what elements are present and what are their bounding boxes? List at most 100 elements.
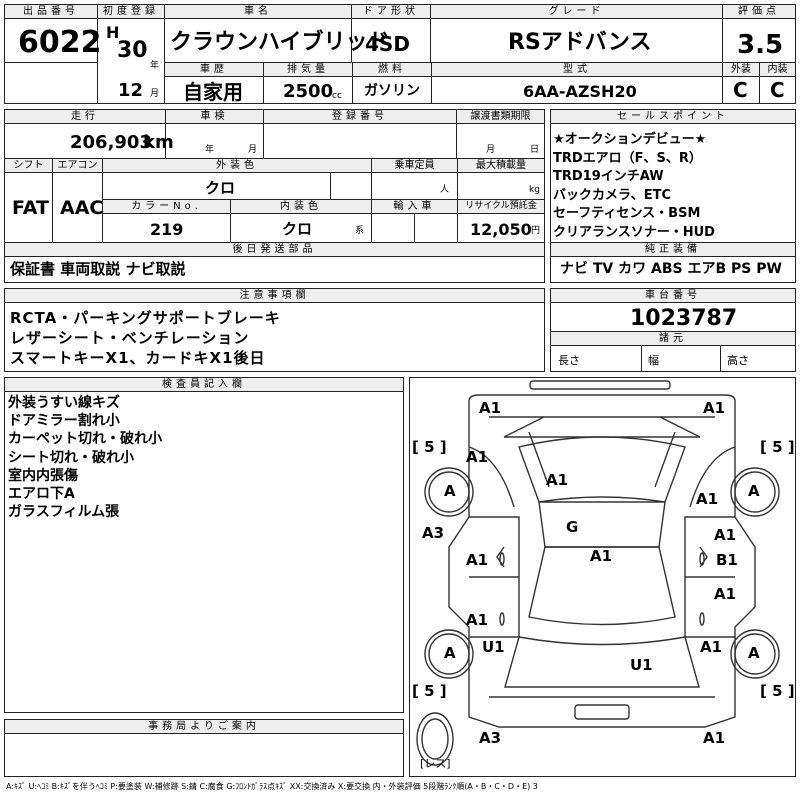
inspector-line: エアロ下A — [8, 486, 75, 503]
caution-list: RCTA・パーキングサポートブレーキ レザーシート・ベンチレーション スマートキーX… — [10, 308, 540, 368]
int-color-unit: 系 — [355, 226, 365, 236]
inspector-list: 外装うすい線キズ ドアミラー割れ小 カーペット切れ・破れ小 シート切れ・破れ小 室内内張… — [8, 394, 398, 521]
mark-right-rear-door: A1 — [714, 585, 737, 603]
interior-label: 内装 — [760, 63, 795, 77]
chassis-label: 車台番号 — [551, 289, 795, 303]
int-color-label: 内装色 — [231, 200, 371, 214]
lot-no: 6022 — [18, 25, 102, 60]
tire-depth-fl: [ 5 ] — [412, 438, 447, 456]
first-reg-label: 初度登録 — [98, 5, 164, 19]
mark-left-front-door: A1 — [466, 551, 489, 569]
inspector-line: ガラスフィルム張 — [8, 504, 120, 521]
sales-item: TRDエアロ（F、S、R） — [553, 150, 702, 166]
displacement: 2500 — [283, 81, 334, 102]
sales-item: クリアランスソナー・HUD — [553, 224, 715, 240]
hood — [503, 416, 701, 438]
spare-label: [レス] — [420, 757, 451, 770]
color-no: 219 — [150, 220, 184, 239]
equipment-label: 純正装備 — [551, 243, 795, 257]
year-unit: 年 — [150, 61, 160, 71]
windshield — [518, 436, 686, 503]
transfer-day-unit: 日 — [530, 145, 540, 155]
mark-front-left-corner: A1 — [479, 399, 502, 417]
mark-roof: A1 — [590, 547, 613, 565]
car-name: クラウンハイブリッド — [170, 30, 390, 55]
door: 4SD — [365, 32, 410, 56]
sales-item: セーフティセンス・BSM — [553, 206, 701, 221]
inspector-line: 室内内張傷 — [8, 467, 78, 484]
capacity-label: 乗車定員 — [372, 159, 457, 173]
interior: C — [770, 78, 785, 102]
mileage: 206,903 — [70, 132, 152, 153]
mark-left-rear-wheel: A — [444, 644, 456, 662]
exterior: C — [733, 78, 748, 102]
mark-left-front-door-side: A3 — [422, 524, 445, 542]
year: 30 — [117, 38, 148, 63]
sales-list: ★オークションデビュー★ TRDエアロ（F、S、R） TRD19インチAW バックカメ… — [553, 131, 795, 242]
import-label: 輸入車 — [372, 200, 457, 214]
max-load-unit: kg — [529, 185, 540, 195]
mark-right-rear-wheel: A — [748, 644, 760, 662]
sales-item: バックカメラ、ETC — [553, 187, 672, 203]
tire-depth-fr: [ 5 ] — [760, 438, 795, 456]
mark-windshield: A1 — [546, 471, 569, 489]
sales-item: TRD19インチAW — [553, 169, 664, 184]
front-bumper — [468, 394, 736, 417]
mark-right-front-door-1: A1 — [714, 526, 737, 544]
ac-label: エアコン — [53, 159, 102, 173]
caution-line: レザーシート・ベンチレーション — [10, 329, 250, 347]
caution-line: スマートキーX1、カードキX1後日 — [10, 349, 266, 367]
recycle-unit: 円 — [531, 226, 541, 236]
score: 3.5 — [737, 30, 784, 60]
mark-left-front-wheel: A — [444, 482, 456, 500]
fuel-label: 燃料 — [353, 63, 431, 77]
mark-left-rear-fender: U1 — [482, 638, 505, 656]
caution-line: RCTA・パーキングサポートブレーキ — [10, 309, 281, 327]
score-label: 評価点 — [723, 5, 795, 19]
spec-label: 諸元 — [551, 332, 795, 346]
mark-right-front-wheel: A — [748, 482, 760, 500]
month: 12 — [118, 80, 144, 101]
chassis-value: 1023787 — [630, 306, 738, 331]
sales-label: セールスポイント — [551, 110, 795, 124]
mark-left-rear-door: A1 — [466, 611, 489, 629]
mileage-unit: km — [143, 132, 174, 153]
trunk — [504, 636, 700, 688]
ac: AAC — [60, 197, 104, 219]
ext-color-label: 外装色 — [103, 159, 371, 173]
transfer-month-unit: 月 — [486, 145, 496, 155]
sales-item: ★オークションデビュー★ — [553, 132, 707, 147]
door-label: ドア形状 — [352, 5, 430, 19]
roof — [538, 501, 666, 548]
mark-hood-left: A1 — [466, 448, 489, 466]
mark-right-rear-fender: A1 — [700, 638, 723, 656]
shift-label: シフト — [5, 159, 52, 173]
office-label: 事務局よりご案内 — [5, 720, 403, 734]
model: 6AA-AZSH20 — [523, 82, 637, 101]
recycle-label: リサイクル預託金 — [458, 200, 544, 214]
mark-trunk: U1 — [630, 656, 653, 674]
model-label: 型式 — [432, 63, 722, 77]
ext-color: クロ — [205, 179, 236, 197]
int-color: クロ — [282, 220, 313, 238]
mark-front-right-fender: A1 — [696, 490, 719, 508]
inspector-line: カーペット切れ・破れ小 — [8, 431, 162, 448]
tire-depth-rr: [ 5 ] — [760, 682, 795, 700]
lot-no-label: 出品番号 — [5, 5, 97, 19]
history-label: 車歴 — [165, 63, 263, 77]
transfer-label: 譲渡書類期限 — [457, 110, 544, 124]
tire-depth-rl: [ 5 ] — [412, 682, 447, 700]
top-bumper — [529, 380, 671, 390]
equipment: ナビ TV カワ ABS エアB PS PW — [560, 261, 782, 277]
mark-roof-glass: G — [566, 518, 579, 536]
mark-rear-right-corner: A1 — [703, 729, 726, 747]
later: 保証書 車両取説 ナビ取説 — [10, 260, 186, 278]
mark-right-front-door-2: B1 — [716, 551, 738, 569]
capacity-unit: 人 — [440, 185, 450, 195]
car-diagram — [416, 380, 780, 766]
body-outline — [448, 417, 756, 728]
fuel: ガソリン — [364, 83, 420, 99]
grade-label: グレード — [431, 5, 722, 19]
insp-year-unit: 年 — [205, 145, 215, 155]
length-label: 長さ — [558, 354, 580, 367]
